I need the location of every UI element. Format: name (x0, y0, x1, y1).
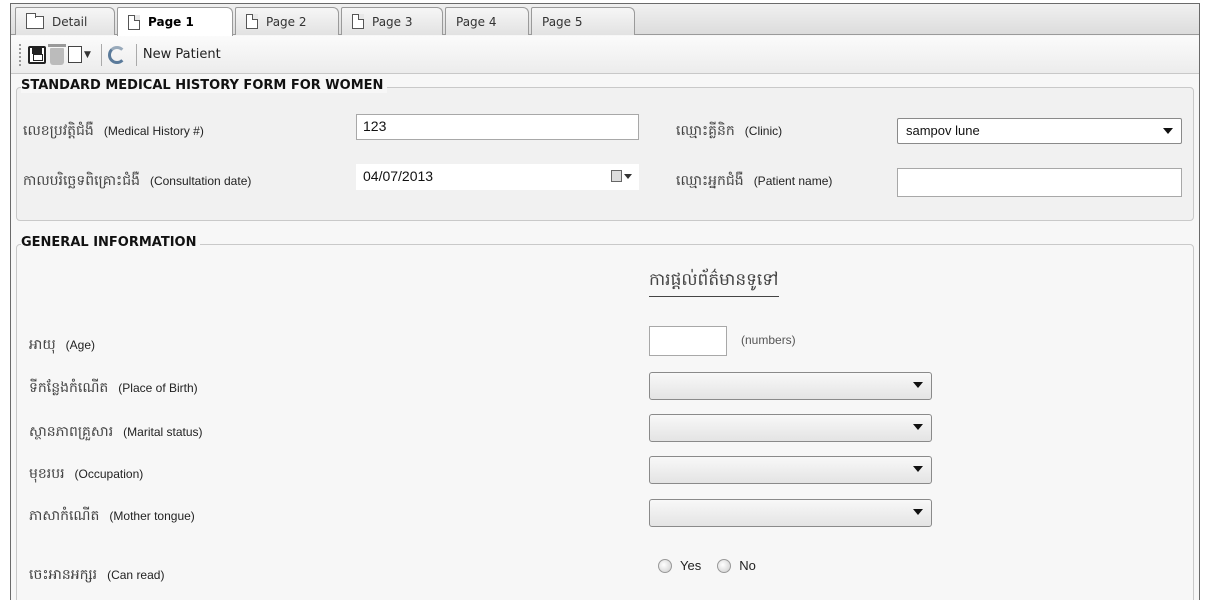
toolbar-separator (135, 43, 137, 66)
medical-history-input[interactable]: 123 (356, 114, 639, 140)
age-hint: (numbers) (741, 333, 796, 347)
save-icon (28, 45, 46, 64)
general-information-heading: ការផ្ដល់ព័ត៌មានទូទៅ (649, 269, 779, 297)
occupation-select[interactable] (649, 456, 932, 484)
form-window: Detail Page 1 Page 2 Page 3 Page 4 Page … (10, 3, 1200, 600)
chevron-down-icon (624, 173, 632, 179)
chevron-down-icon (913, 424, 923, 430)
toolbar-separator (100, 43, 102, 66)
consultation-date-picker[interactable]: 04/07/2013 (356, 164, 639, 190)
clinic-select[interactable]: sampov lune (897, 118, 1182, 144)
tab-page-4[interactable]: Page 4 (445, 7, 529, 35)
toolbar: ▼ New Patient (11, 36, 1199, 74)
document-icon (246, 14, 258, 29)
age-input[interactable] (649, 326, 727, 356)
tab-strip: Detail Page 1 Page 2 Page 3 Page 4 Page … (11, 4, 1199, 36)
chevron-down-icon (1163, 128, 1173, 134)
tab-page-3[interactable]: Page 3 (341, 7, 443, 35)
can-read-yes-option[interactable]: Yes (658, 558, 701, 573)
new-document-icon (68, 46, 82, 63)
tab-page-5[interactable]: Page 5 (531, 7, 635, 35)
chevron-down-icon (913, 382, 923, 388)
new-patient-button[interactable]: New Patient (143, 47, 221, 62)
patient-name-label: ឈ្មោះអ្នកជំងឺ (Patient name) (676, 173, 833, 189)
calendar-dropdown-button[interactable] (611, 170, 632, 182)
tab-label: Page 4 (456, 14, 497, 29)
mother-tongue-label: ភាសាកំណើត (Mother tongue) (29, 508, 195, 524)
tab-page-2[interactable]: Page 2 (235, 7, 339, 35)
tab-detail[interactable]: Detail (15, 7, 115, 35)
section-title: STANDARD MEDICAL HISTORY FORM FOR WOMEN (21, 78, 388, 93)
document-icon (128, 14, 140, 30)
clinic-selected-value: sampov lune (906, 123, 980, 138)
save-button[interactable] (28, 43, 46, 67)
tab-page-1[interactable]: Page 1 (117, 7, 233, 36)
trash-icon (48, 43, 66, 65)
tab-label: Detail (52, 14, 88, 29)
can-read-no-option[interactable]: No (717, 558, 756, 573)
medical-history-group (16, 87, 1194, 221)
chevron-down-icon (913, 466, 923, 472)
tab-label: Page 2 (266, 14, 307, 29)
calendar-icon (611, 170, 622, 182)
folder-icon (26, 13, 44, 29)
age-label: អាយុ (Age) (29, 337, 96, 353)
document-icon (352, 14, 364, 29)
delete-button[interactable] (48, 43, 66, 67)
clinic-label: ឈ្មោះគ្លីនិក (Clinic) (676, 123, 783, 139)
can-read-label: ចេះអានអក្សរ (Can read) (29, 567, 165, 583)
section-title: GENERAL INFORMATION (21, 235, 201, 250)
tab-label: Page 5 (542, 14, 583, 29)
radio-button[interactable] (717, 558, 732, 573)
chevron-down-icon (913, 509, 923, 515)
marital-status-select[interactable] (649, 414, 932, 442)
toolbar-grip[interactable] (19, 43, 22, 66)
consultation-date-value: 04/07/2013 (363, 168, 434, 184)
refresh-icon (107, 45, 126, 64)
place-of-birth-label: ទីកន្លែងកំណើត (Place of Birth) (29, 380, 198, 396)
chevron-down-icon: ▼ (84, 49, 91, 60)
radio-button[interactable] (658, 558, 672, 573)
occupation-label: មុខរបរ (Occupation) (29, 466, 144, 482)
refresh-button[interactable] (107, 43, 126, 67)
tab-label: Page 3 (372, 14, 413, 29)
consultation-date-label: កាលបរិច្ឆេទពិគ្រោះជំងឺ (Consultation dat… (23, 173, 252, 189)
place-of-birth-select[interactable] (649, 372, 932, 400)
mother-tongue-select[interactable] (649, 499, 932, 527)
medical-history-label: លេខប្រវត្តិជំងឺ (Medical History #) (23, 123, 204, 139)
patient-name-input[interactable] (897, 168, 1182, 197)
can-read-radio-group: Yes No (658, 558, 772, 573)
tab-label: Page 1 (148, 15, 194, 29)
new-document-button[interactable]: ▼ (68, 43, 91, 67)
marital-status-label: ស្ថានភាពគ្រួសារ (Marital status) (29, 424, 203, 440)
